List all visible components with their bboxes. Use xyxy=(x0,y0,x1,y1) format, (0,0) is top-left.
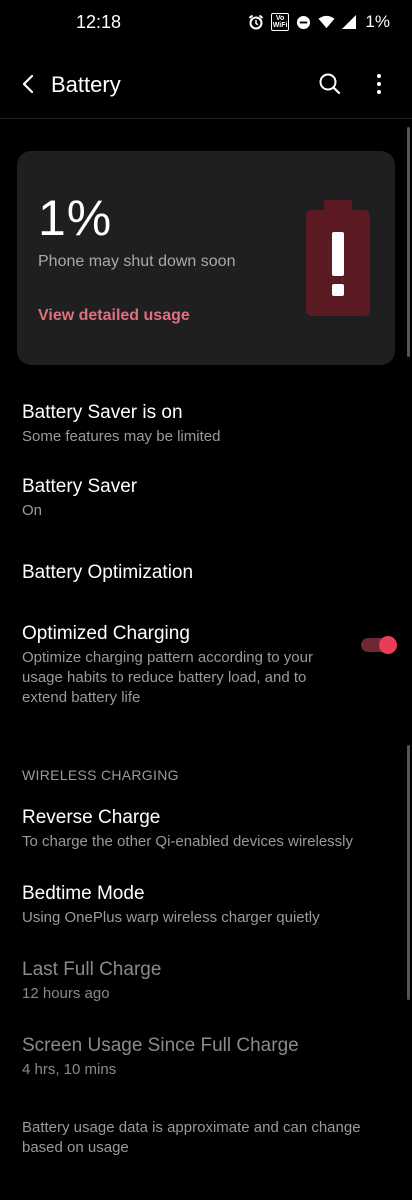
item-subtitle: To charge the other Qi-enabled devices w… xyxy=(22,833,354,850)
item-subtitle: Optimize charging pattern according to y… xyxy=(22,649,313,706)
scrollbar-upper[interactable] xyxy=(407,127,410,357)
item-title: Reverse Charge xyxy=(22,807,161,828)
page-title: Battery xyxy=(51,72,121,97)
dnd-icon xyxy=(296,15,311,30)
item-subtitle: Using OnePlus warp wireless charger quie… xyxy=(22,909,320,926)
back-arrow-icon[interactable] xyxy=(16,70,40,98)
scrollbar-lower[interactable] xyxy=(407,745,410,1000)
item-title: Bedtime Mode xyxy=(22,883,145,904)
battery-optimization-item[interactable]: Battery Optimization xyxy=(22,561,374,585)
wifi-icon xyxy=(318,15,335,29)
status-battery-percent: 1% xyxy=(365,12,390,31)
volte-wifi-icon: Vo WiFi xyxy=(270,13,290,31)
footer-note: Battery usage data is approximate and ca… xyxy=(22,1119,361,1156)
search-icon[interactable] xyxy=(316,70,344,98)
status-icons: Vo WiFi 1% xyxy=(248,12,390,32)
item-title: Battery Saver is on xyxy=(22,402,183,423)
battery-saver-status-item[interactable]: Battery Saver is on Some features may be… xyxy=(22,401,374,447)
item-title: Battery Saver xyxy=(22,476,138,497)
optimized-charging-toggle[interactable] xyxy=(361,634,398,656)
screen-usage-item: Screen Usage Since Full Charge 4 hrs, 10… xyxy=(22,1034,374,1080)
signal-icon xyxy=(342,15,357,29)
app-bar-divider xyxy=(0,118,412,119)
status-time: 12:18 xyxy=(76,12,122,32)
bedtime-mode-item[interactable]: Bedtime Mode Using OnePlus warp wireless… xyxy=(22,882,374,928)
item-title: Optimized Charging xyxy=(22,623,190,644)
optimized-charging-item[interactable]: Optimized Charging Optimize charging pat… xyxy=(22,622,347,708)
battery-saver-item[interactable]: Battery Saver On xyxy=(22,475,374,521)
toggle-thumb xyxy=(379,636,397,654)
battery-alert-icon xyxy=(306,200,370,323)
item-title: Screen Usage Since Full Charge xyxy=(22,1035,299,1056)
item-title: Battery Optimization xyxy=(22,562,194,583)
item-subtitle: 4 hrs, 10 mins xyxy=(22,1061,117,1078)
section-header-wireless-charging: WIRELESS CHARGING xyxy=(22,767,179,783)
battery-status-card: 1% Phone may shut down soon View detaile… xyxy=(17,151,395,365)
alarm-icon xyxy=(248,14,264,30)
more-vert-icon[interactable] xyxy=(369,70,389,98)
item-title: Last Full Charge xyxy=(22,959,162,980)
item-subtitle: 12 hours ago xyxy=(22,985,110,1002)
reverse-charge-item[interactable]: Reverse Charge To charge the other Qi-en… xyxy=(22,806,374,852)
view-detailed-usage-link[interactable]: View detailed usage xyxy=(38,307,190,325)
app-bar: Battery xyxy=(0,52,412,116)
battery-warning-text: Phone may shut down soon xyxy=(38,253,236,270)
last-full-charge-item: Last Full Charge 12 hours ago xyxy=(22,958,374,1004)
battery-percent: 1% xyxy=(38,190,113,246)
status-bar: 12:18 Vo WiFi 1% xyxy=(0,0,412,48)
item-subtitle: Some features may be limited xyxy=(22,428,221,445)
item-subtitle: On xyxy=(22,502,43,519)
